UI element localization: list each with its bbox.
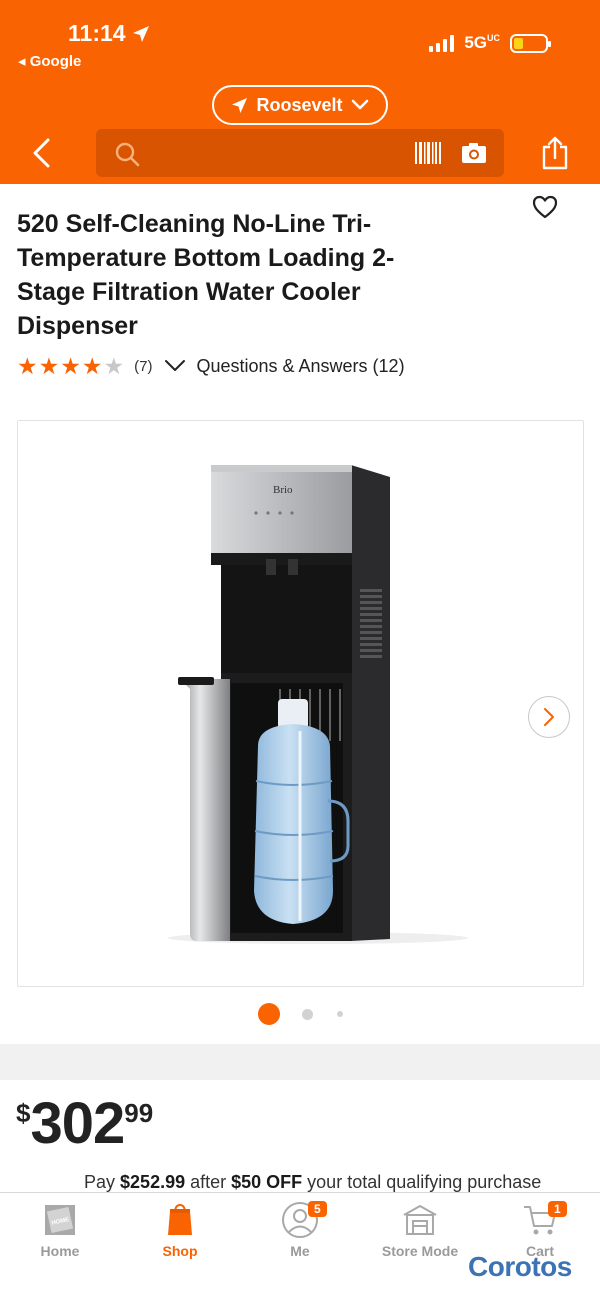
star-filled-icon: ★: [81, 352, 103, 379]
carousel-dot[interactable]: [336, 1011, 343, 1017]
back-button[interactable]: [30, 137, 58, 171]
status-indicators: 5GUC: [429, 33, 551, 53]
nav-me-label: Me: [290, 1243, 310, 1259]
status-time: 11:14: [68, 20, 150, 47]
price-dollars: 302: [30, 1091, 125, 1156]
store-icon: [403, 1205, 437, 1235]
corotos-watermark: Corotos: [468, 1251, 572, 1282]
chevron-left-icon: [33, 138, 50, 168]
nav-home[interactable]: HOME Home: [10, 1201, 110, 1259]
nav-shop[interactable]: Shop: [130, 1201, 230, 1259]
nav-store-mode[interactable]: Store Mode: [370, 1201, 470, 1259]
star-filled-icon: ★: [17, 352, 38, 379]
nav-home-label: Home: [40, 1243, 80, 1259]
price-cents: 99: [124, 1098, 154, 1128]
share-button[interactable]: [541, 136, 569, 175]
home-depot-logo-icon: HOME: [45, 1205, 75, 1235]
price-currency: $: [16, 1098, 31, 1128]
search-icon: [115, 142, 140, 167]
questions-answers-link[interactable]: Questions & Answers (12): [196, 356, 404, 377]
promo-amount: $252.99: [120, 1172, 186, 1192]
product-page: 11:14 ◂ Google 5GUC Roosevelt 520 Self-C…: [0, 0, 600, 1304]
store-selector-button[interactable]: Roosevelt: [212, 85, 388, 125]
promo-middle: after: [185, 1172, 232, 1192]
brand-logo: Brio: [273, 484, 293, 496]
carousel-indicator: [0, 1003, 600, 1025]
review-count[interactable]: (7): [134, 358, 152, 375]
heart-icon: [532, 195, 558, 219]
next-image-button[interactable]: [528, 696, 570, 738]
network-type: 5GUC: [464, 33, 500, 52]
back-to-app-link[interactable]: ◂ Google: [18, 52, 81, 70]
location-arrow-icon: [232, 97, 248, 113]
battery-icon: [510, 33, 551, 53]
cart-badge: 1: [548, 1201, 567, 1217]
clock: 11:14: [68, 20, 126, 46]
section-divider: [0, 1044, 600, 1080]
bottom-navigation: HOME Home Shop 5 Me Store Mode 1 Cart Co…: [0, 1192, 600, 1304]
promo-discount: $50 OFF: [231, 1172, 303, 1192]
star-filled-icon: ★: [60, 352, 81, 379]
carousel-dot-active[interactable]: [257, 1003, 280, 1025]
store-name: Roosevelt: [256, 94, 343, 115]
nav-me[interactable]: 5 Me: [250, 1201, 350, 1259]
search-bar[interactable]: [96, 129, 504, 177]
location-arrow-icon: [132, 25, 149, 42]
nav-shop-label: Shop: [162, 1243, 198, 1259]
promo-suffix: your total qualifying purchase: [302, 1172, 542, 1192]
chevron-down-icon[interactable]: [164, 359, 186, 373]
battery-level: [514, 37, 523, 49]
favorite-button[interactable]: [531, 194, 559, 225]
product-image-carousel[interactable]: Brio: [17, 420, 584, 987]
camera-icon[interactable]: [461, 142, 487, 164]
share-icon: [542, 136, 568, 170]
promo-message[interactable]: Pay $252.99 after $50 OFF your total qua…: [84, 1172, 541, 1193]
me-badge: 5: [308, 1201, 327, 1217]
rating-row: ★ ★ ★ ★ ★ (7) Questions & Answers (12): [17, 352, 405, 380]
shop-bag-icon: [168, 1203, 192, 1235]
nav-store-mode-label: Store Mode: [381, 1243, 459, 1259]
chevron-right-icon: [544, 708, 554, 726]
signal-strength-icon: [429, 34, 455, 52]
product-price: $ 302 99: [16, 1092, 153, 1156]
water-cooler-image[interactable]: Brio: [18, 421, 583, 986]
barcode-scan-icon[interactable]: [414, 141, 442, 165]
app-header: 11:14 ◂ Google 5GUC Roosevelt: [0, 0, 600, 184]
chevron-down-icon: [351, 99, 368, 110]
carousel-dot[interactable]: [301, 1008, 313, 1020]
promo-prefix: Pay: [84, 1172, 121, 1192]
star-filled-icon: ★: [38, 352, 60, 379]
star-empty-icon: ★: [103, 352, 125, 379]
product-title: 520 Self-Cleaning No-Line Tri-Temperatur…: [17, 210, 395, 340]
star-rating[interactable]: ★ ★ ★ ★ ★: [17, 352, 125, 379]
